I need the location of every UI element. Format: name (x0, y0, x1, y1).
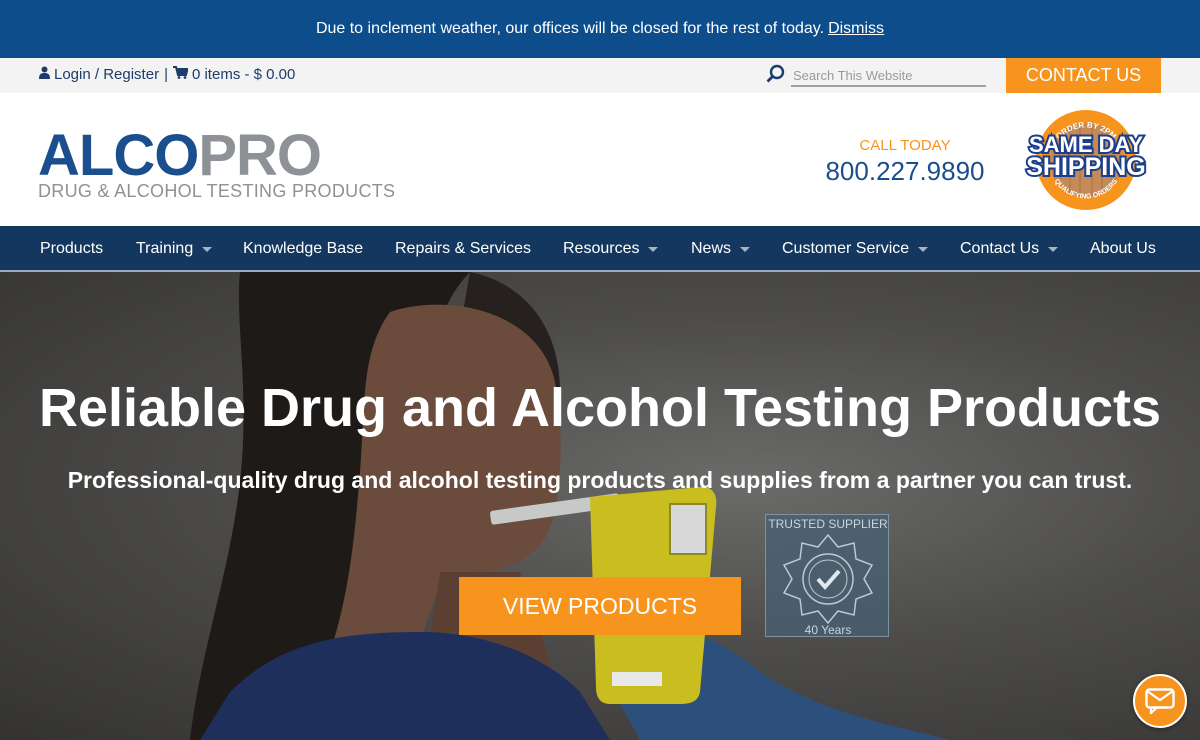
alcopro-logo[interactable]: ALCOPRO DRUG & ALCOHOL TESTING PRODUCTS (38, 127, 396, 202)
view-products-button[interactable]: VIEW PRODUCTS (459, 577, 741, 635)
hero-photo (190, 272, 950, 740)
alert-message: Due to inclement weather, our offices wi… (315, 20, 825, 37)
user-icon (39, 66, 50, 83)
nav-label: Training (136, 240, 194, 257)
contact-us-button[interactable]: CONTACT US (1006, 58, 1161, 93)
call-today-label: CALL TODAY (859, 137, 951, 154)
nav-label: Contact Us (960, 240, 1040, 257)
account-links: Login / Register | 0 items - $ 0.00 (39, 66, 295, 83)
same-day-shipping-badge: ORDER BY 2PM QUALIFYING ORDERS SAME DAY … (1010, 108, 1162, 211)
nav-item-about-us[interactable]: About Us (1090, 240, 1156, 258)
nav-item-news[interactable]: News (691, 240, 751, 258)
nav-item-customer-service[interactable]: Customer Service (782, 240, 929, 258)
nav-item-repairs-services[interactable]: Repairs & Services (395, 240, 531, 258)
login-register-link[interactable]: Login / Register (54, 66, 159, 83)
hero-title: Reliable Drug and Alcohol Testing Produc… (38, 378, 1162, 438)
separator: | (164, 66, 168, 83)
chevron-down-icon (1048, 246, 1059, 252)
nav-label: News (691, 240, 732, 257)
cart-link[interactable]: 0 items - $ 0.00 (192, 66, 295, 83)
trusted-supplier-badge: TRUSTED SUPPLIER 40 Years (765, 514, 889, 637)
badge-line2: SHIPPING (1026, 153, 1145, 181)
chevron-down-icon (202, 246, 213, 252)
main-nav: Products Training Knowledge Base Repairs… (0, 226, 1200, 272)
nav-label: Products (40, 240, 104, 257)
search-input[interactable] (791, 65, 986, 87)
nav-item-products[interactable]: Products (40, 240, 103, 258)
nav-item-knowledge-base[interactable]: Knowledge Base (243, 240, 363, 258)
trusted-supplier-label: TRUSTED SUPPLIER (768, 517, 888, 531)
nav-label: Knowledge Base (243, 240, 364, 257)
nav-item-contact-us[interactable]: Contact Us (960, 240, 1059, 258)
site-header: ALCOPRO DRUG & ALCOHOL TESTING PRODUCTS … (0, 93, 1200, 226)
nav-label: About Us (1090, 240, 1156, 257)
chevron-down-icon (740, 246, 751, 252)
checkmark-seal-icon (782, 533, 874, 625)
nav-label: Resources (563, 240, 640, 257)
logo-tagline: DRUG & ALCOHOL TESTING PRODUCTS (38, 181, 396, 201)
nav-label: Repairs & Services (395, 240, 532, 257)
call-block: CALL TODAY 800.227.9890 (820, 137, 990, 187)
years-label: 40 Years (804, 623, 852, 637)
nav-label: Customer Service (782, 240, 910, 257)
alert-bar: Due to inclement weather, our offices wi… (0, 0, 1200, 58)
cart-icon (172, 66, 189, 83)
chat-icon (1145, 688, 1175, 714)
chevron-down-icon (648, 246, 659, 252)
logo-pro: PRO (198, 123, 322, 188)
chevron-down-icon (918, 246, 929, 252)
search-icon[interactable] (766, 64, 785, 88)
chat-button[interactable] (1133, 674, 1187, 728)
phone-number[interactable]: 800.227.9890 (820, 156, 990, 187)
hero-banner: Reliable Drug and Alcohol Testing Produc… (0, 272, 1200, 740)
nav-item-training[interactable]: Training (136, 240, 213, 258)
hero-subtitle: Professional-quality drug and alcohol te… (67, 467, 1133, 493)
nav-item-resources[interactable]: Resources (563, 240, 659, 258)
logo-alco: ALCO (38, 123, 199, 188)
search-bar (766, 64, 986, 88)
dismiss-link[interactable]: Dismiss (828, 20, 884, 38)
